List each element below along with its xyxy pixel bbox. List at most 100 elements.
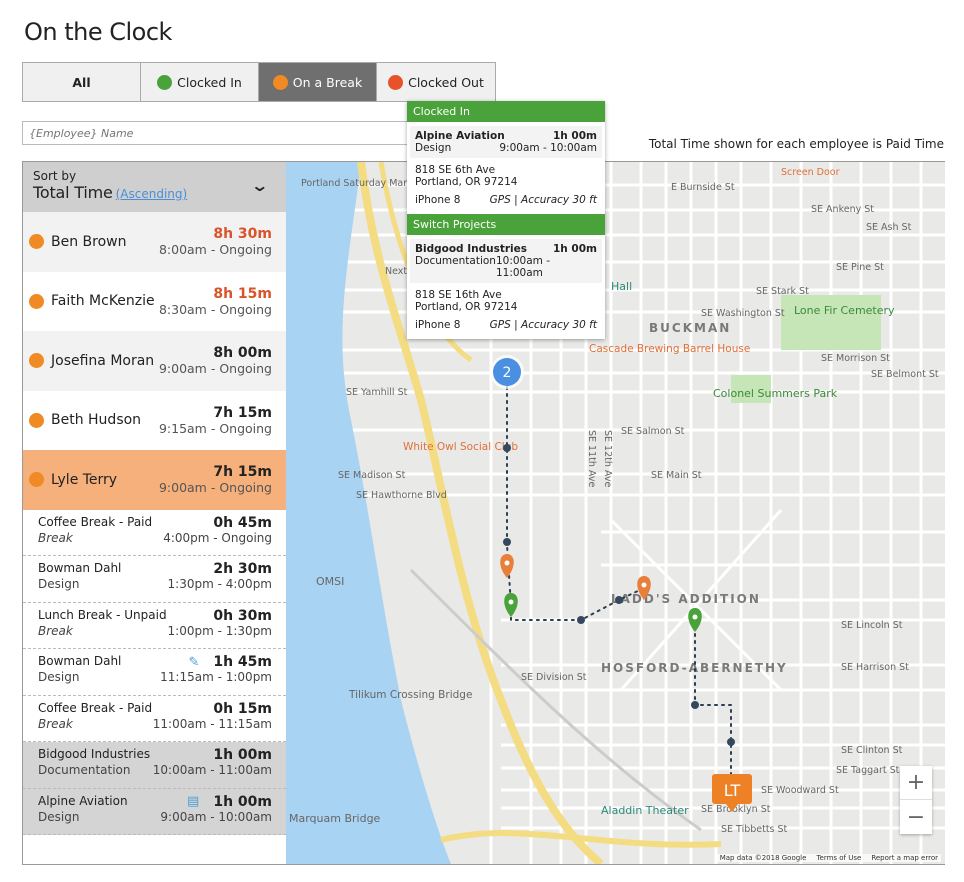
entry-subtitle: Design [38,670,80,684]
sort-label: Sort by [33,169,77,183]
map-label: Cascade Brewing Barrel House [589,343,750,355]
popup-device: iPhone 8 [415,194,461,206]
employee-row[interactable]: Faith McKenzie 8h 15m 8:30am - Ongoing [23,272,286,332]
entry-subtitle: Design [38,809,80,824]
employee-name: Ben Brown [51,233,127,250]
entry-subtitle: Break [38,716,73,731]
entry-subtitle: Break [38,530,73,545]
entry-time-span: 11:00am - 11:15am [152,716,272,731]
popup-address-line2: Portland, OR 97214 [415,301,518,313]
entry-total-time: 1h 00m [213,747,272,763]
note-icon[interactable]: ▤ [187,794,199,809]
map-label: Screen Door [781,167,840,178]
employee-row[interactable]: Lyle Terry 7h 15m 9:00am - Ongoing [23,450,286,510]
map-label: Next [385,266,407,277]
entry-time-span: 9:00am - 10:00am [160,809,272,824]
on-break-status-icon [29,353,44,369]
map-label: SE Woodward St [761,785,839,796]
employee-row[interactable]: Ben Brown 8h 30m 8:00am - Ongoing [23,212,286,272]
terms-link[interactable]: Terms of Use [816,854,861,862]
sort-header[interactable]: Sort by Total Time (Ascending) ⌄ [23,162,286,212]
map-label: SE Belmont St [871,369,939,380]
paid-time-note: Total Time shown for each employee is Pa… [648,137,944,151]
employee-time-span: 9:15am - Ongoing [158,420,272,436]
sort-value: Total Time [33,183,113,202]
entry-total-time: 0h 45m [213,514,272,531]
employee-time-span: 8:30am - Ongoing [158,301,272,317]
filter-clocked-in[interactable]: Clocked In [141,63,259,101]
on-break-status-icon [29,472,44,488]
map-label: SE Washington St [701,308,785,319]
edit-icon[interactable]: ✎ [188,655,199,670]
entry-title: Coffee Break - Paid [38,700,153,715]
entry-subtitle: Design [38,577,80,591]
map-label: Portland Saturday Market [301,178,422,189]
popup-task: Design [415,142,452,154]
popup-span: 10:00am - 11:00am [495,255,551,279]
map-label: SE Main St [651,470,702,481]
sort-order-link[interactable]: (Ascending) [116,187,188,201]
map-label: E Burnside St [671,182,735,193]
employee-initials: LT [724,781,741,800]
filter-all[interactable]: All [23,63,141,101]
chevron-down-icon[interactable]: ⌄ [250,176,269,195]
popup-section-header: Clocked In [407,101,605,122]
filter-clocked-out[interactable]: Clocked Out [377,63,495,101]
map-canvas[interactable]: Portland Saturday Market E Burnside St S… [286,162,945,864]
filter-label: Clocked In [177,74,242,90]
map-label: SE Madison St [338,470,406,481]
entry-title: Bowman Dahl [38,561,122,575]
zoom-in-button[interactable]: + [900,766,932,800]
cluster-marker[interactable]: 2 [490,355,524,389]
zoom-out-button[interactable]: − [900,800,932,834]
entry-time-span: 1:30pm - 4:00pm [167,577,272,591]
employee-row[interactable]: Beth Hudson 7h 15m 9:15am - Ongoing [23,391,286,451]
employee-time-span: 9:00am - Ongoing [158,480,272,496]
map[interactable]: Portland Saturday Market E Burnside St S… [286,162,945,864]
time-entry-row[interactable]: Bowman Dahl Design 2h 30m 1:30pm - 4:00p… [23,556,286,603]
report-error-link[interactable]: Report a map error [871,854,938,862]
popup-device: iPhone 8 [415,319,461,331]
map-label: White Owl Social Club [403,441,518,453]
entry-total-time: 0h 30m [213,607,272,624]
time-entry-row[interactable]: Bowman Dahl Design ✎ 1h 45m 11:15am - 1:0… [23,649,286,696]
page-title: On the Clock [24,18,172,46]
entry-title: Lunch Break - Unpaid [38,607,167,622]
time-entry-row[interactable]: Coffee Break - Paid Break 0h 45m 4:00pm … [23,510,286,556]
employee-row[interactable]: Josefina Moran 8h 00m 9:00am - Ongoing [23,331,286,391]
entry-time-span: 4:00pm - Ongoing [163,530,272,545]
map-label: Aladdin Theater [601,804,689,817]
map-label: SE Clinton St [841,745,903,756]
status-dot-icon [157,74,173,90]
entry-total-time: 1h 45m [213,654,272,670]
cluster-count: 2 [503,365,512,381]
map-label: LADD'S ADDITION [611,592,761,606]
filter-on-a-break[interactable]: On a Break [259,63,377,101]
popup-client: Bidgood Industries [415,243,528,255]
entry-time-span: 11:15am - 1:00pm [160,670,272,684]
popup-job: Alpine Aviation 1h 00m Design 9:00am - 10:… [410,126,602,158]
time-entry-row[interactable]: Bidgood Industries Documentation 1h 00m … [23,742,286,789]
employee-total-time: 8h 30m [213,226,272,243]
map-label: SE 11th Ave [586,430,597,487]
status-dot-icon [388,74,404,90]
employee-total-time: 7h 15m [213,464,272,481]
map-label: Tilikum Crossing Bridge [348,689,472,701]
status-dot-icon [272,74,288,90]
entry-total-time: 1h 00m [213,793,272,810]
map-label: Marquam Bridge [289,812,381,825]
filter-label: Clocked Out [408,74,484,90]
popup-gps-accuracy: GPS | Accuracy 30 ft [489,194,597,206]
entry-subtitle: Break [38,623,73,638]
on-break-status-icon [29,234,44,250]
map-label: SE Division St [521,672,587,683]
employee-total-time: 8h 15m [213,285,272,302]
map-label: SE 12th Ave [602,430,613,487]
entry-time-span: 10:00am - 11:00am [152,763,272,777]
map-label: SE Harrison St [841,662,909,673]
time-entry-row[interactable]: Coffee Break - Paid Break 0h 15m 11:00am… [23,696,286,742]
map-label: SE Pine St [836,262,884,273]
time-entry-row[interactable]: Lunch Break - Unpaid Break 0h 30m 1:00pm… [23,603,286,649]
time-entry-row[interactable]: Alpine Aviation Design ▤ 1h 00m 9:00am - … [23,788,286,835]
employee-search-input[interactable] [22,121,412,145]
